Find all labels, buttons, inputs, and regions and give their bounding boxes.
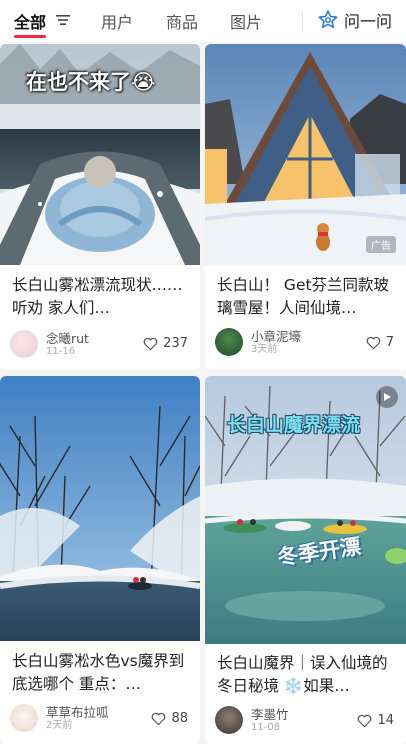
post-date: 11-08 xyxy=(251,721,281,733)
card-cover-image: 广告 xyxy=(205,44,406,265)
like-count: 14 xyxy=(377,713,394,728)
card-cover-image xyxy=(0,376,200,641)
like-button[interactable]: 14 xyxy=(357,713,394,728)
tab-images[interactable]: 图片 xyxy=(230,9,262,33)
like-count: 237 xyxy=(163,336,188,351)
divider xyxy=(302,12,303,30)
card-title: 长白山魔界｜误入仙境的冬日秘境 ❄️如果… xyxy=(217,654,388,695)
author-name: 念曦rut xyxy=(46,330,89,346)
heart-outline-icon xyxy=(152,712,166,725)
cover-caption: 在也不来了😭 xyxy=(26,70,156,94)
ask-star-icon xyxy=(318,10,338,29)
note-card[interactable]: 广告 长白山！ Get芬兰同款玻璃雪屋！人间仙境… 小章泥壕 3天前 7 xyxy=(205,44,406,370)
like-button[interactable]: 88 xyxy=(151,711,188,726)
ad-badge: 广告 xyxy=(366,236,396,253)
author-info[interactable]: 草草布拉呱 2天前 xyxy=(10,704,109,732)
cover-caption: 长白山魔界漂流 xyxy=(227,414,361,436)
active-tab-indicator xyxy=(14,35,46,38)
top-bar: 全部 用户 商品 图片 问一问 xyxy=(0,0,406,42)
card-cover-image: 长白山魔界漂流 冬季开漂 xyxy=(205,376,406,644)
card-title: 长白山雾凇漂流现状……听劝 家人们… xyxy=(12,276,183,317)
avatar[interactable] xyxy=(215,706,243,734)
like-button[interactable]: 7 xyxy=(366,335,394,350)
card-cover-image: 在也不来了😭 xyxy=(0,44,200,265)
play-icon xyxy=(384,393,391,401)
note-card[interactable]: 在也不来了😭 长白山雾凇漂流现状……听劝 家人们… 念曦rut 11-16 23… xyxy=(0,44,200,370)
like-count: 88 xyxy=(171,711,188,726)
filter-icon[interactable] xyxy=(56,13,70,27)
heart-outline-icon xyxy=(366,336,381,349)
heart-outline-icon xyxy=(358,714,372,727)
tab-all[interactable]: 全部 xyxy=(14,9,46,33)
post-date: 3天前 xyxy=(251,343,278,355)
avatar[interactable] xyxy=(10,330,38,358)
note-card[interactable]: 长白山魔界漂流 冬季开漂 长白山魔界｜误入仙境的冬日秘境 ❄️如果… 李墨竹 1… xyxy=(205,376,406,744)
author-name: 草草布拉呱 xyxy=(46,704,109,720)
card-title: 长白山雾凇水色vs魔界到底选哪个 重点：… xyxy=(12,652,185,693)
ask-label: 问一问 xyxy=(343,12,392,31)
author-name: 小章泥壕 xyxy=(251,328,302,344)
note-card[interactable]: 长白山雾凇水色vs魔界到底选哪个 重点：… 草草布拉呱 2天前 88 xyxy=(0,376,200,744)
author-info[interactable]: 念曦rut 11-16 xyxy=(10,330,89,358)
author-info[interactable]: 李墨竹 11-08 xyxy=(215,706,289,734)
post-date: 2天前 xyxy=(46,719,73,731)
author-name: 李墨竹 xyxy=(251,706,289,722)
like-button[interactable]: 237 xyxy=(143,336,188,351)
play-button[interactable] xyxy=(376,386,398,408)
like-count: 7 xyxy=(385,335,394,350)
tab-products[interactable]: 商品 xyxy=(166,9,198,33)
avatar[interactable] xyxy=(10,704,38,732)
author-info[interactable]: 小章泥壕 3天前 xyxy=(215,328,301,356)
post-date: 11-16 xyxy=(46,345,76,357)
heart-outline-icon xyxy=(143,337,158,350)
avatar[interactable] xyxy=(215,328,243,356)
ask-button[interactable]: 问一问 xyxy=(318,8,392,32)
card-title: 长白山！ Get芬兰同款玻璃雪屋！人间仙境… xyxy=(217,276,390,317)
tab-users[interactable]: 用户 xyxy=(101,9,133,33)
